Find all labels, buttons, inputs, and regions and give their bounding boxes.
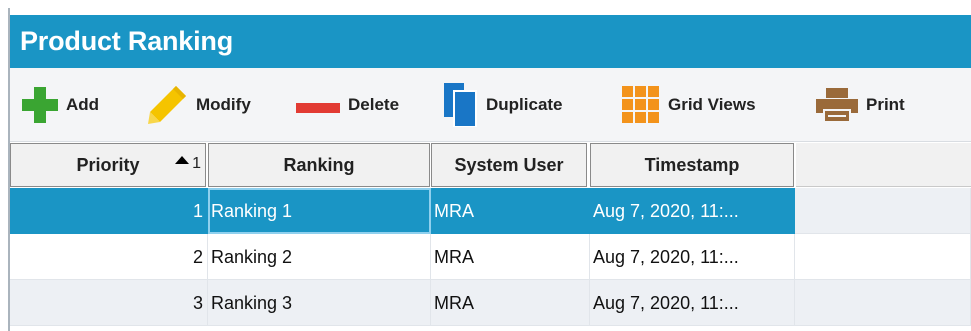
table-row[interactable]: 3 Ranking 3 MRA Aug 7, 2020, 11:... [10,280,971,326]
print-button[interactable]: Print [816,68,905,142]
minus-icon [296,100,340,113]
modify-button[interactable]: Modify [146,68,251,142]
product-ranking-panel: Product Ranking Add Modify Delete Duplic… [8,8,971,331]
system-user-cell[interactable]: MRA [431,280,590,326]
delete-label: Delete [348,95,400,114]
panel-title: Product Ranking [10,15,971,68]
empty-cell [795,234,971,280]
priority-cell[interactable]: 1 [10,188,208,234]
toolbar: Add Modify Delete Duplicate Grid Views P… [10,68,971,142]
timestamp-cell[interactable]: Aug 7, 2020, 11:... [590,280,795,326]
grid-views-label: Grid Views [668,95,756,114]
sort-ascending-icon [175,148,189,169]
duplicate-label: Duplicate [486,95,563,114]
sort-order-label: 1 [192,155,201,172]
column-header-timestamp[interactable]: Timestamp [590,143,794,187]
printer-icon [816,88,858,123]
system-user-header-label: System User [454,154,564,175]
add-label: Add [66,95,100,114]
header-filler [796,143,971,187]
column-header-priority[interactable]: Priority 1 [10,143,206,187]
modify-label: Modify [196,95,251,114]
print-label: Print [866,95,905,114]
table-row[interactable]: 2 Ranking 2 MRA Aug 7, 2020, 11:... [10,234,971,280]
add-button[interactable]: Add [22,68,99,142]
system-user-cell[interactable]: MRA [431,234,590,280]
duplicate-button[interactable]: Duplicate [444,68,563,142]
priority-header-label: Priority [76,154,140,175]
delete-button[interactable]: Delete [296,68,399,142]
plus-icon [22,87,58,123]
timestamp-header-label: Timestamp [644,154,740,175]
pencil-icon [146,84,188,126]
priority-cell[interactable]: 3 [10,280,208,326]
grid-icon [622,86,660,124]
timestamp-cell[interactable]: Aug 7, 2020, 11:... [590,188,795,234]
system-user-cell[interactable]: MRA [431,188,590,234]
ranking-cell[interactable]: Ranking 3 [208,280,431,326]
grid-views-button[interactable]: Grid Views [622,68,756,142]
ranking-header-label: Ranking [283,154,355,175]
empty-cell [795,188,971,234]
timestamp-cell[interactable]: Aug 7, 2020, 11:... [590,234,795,280]
duplicate-icon [444,83,478,128]
priority-cell[interactable]: 2 [10,234,208,280]
column-header-ranking[interactable]: Ranking [208,143,430,187]
empty-cell [795,280,971,326]
ranking-cell[interactable]: Ranking 1 [208,188,431,234]
ranking-cell[interactable]: Ranking 2 [208,234,431,280]
table-row[interactable]: 1 Ranking 1 MRA Aug 7, 2020, 11:... [10,188,971,234]
column-header-system-user[interactable]: System User [431,143,587,187]
